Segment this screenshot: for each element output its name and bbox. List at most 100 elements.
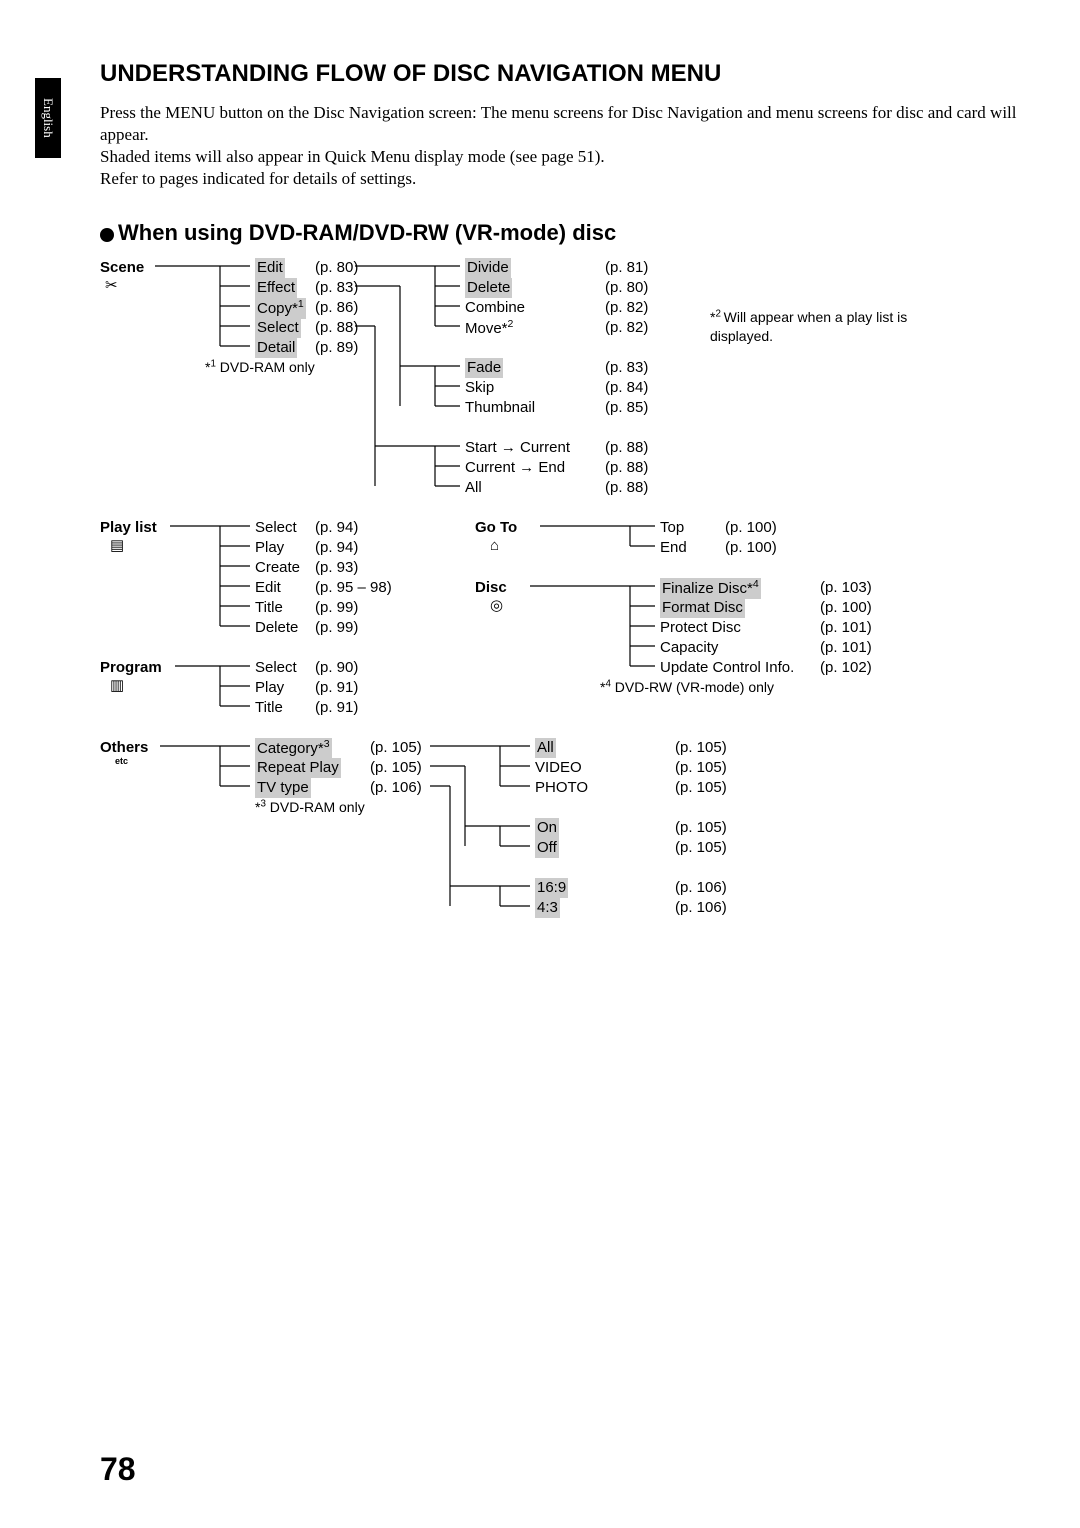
pl-play: Play bbox=[255, 538, 284, 558]
edit-divide-page: (p. 81) bbox=[605, 258, 648, 278]
scene-detail-page: (p. 89) bbox=[315, 338, 358, 358]
select-start-label: Start → Current bbox=[465, 438, 570, 458]
prog-play-pg: (p. 91) bbox=[315, 678, 358, 698]
disc-protect-pg: (p. 101) bbox=[820, 618, 872, 638]
cat-video-pg: (p. 105) bbox=[675, 758, 727, 778]
bullet-icon bbox=[100, 228, 114, 242]
prog-select: Select bbox=[255, 658, 297, 678]
select-all-label: All bbox=[465, 478, 482, 498]
disc-footnote: *4 DVD-RW (VR-mode) only bbox=[600, 678, 774, 696]
edit-divide-label: Divide bbox=[465, 258, 511, 278]
pl-edit: Edit bbox=[255, 578, 281, 598]
disc-finalize-pg: (p. 103) bbox=[820, 578, 872, 598]
section-heading: When using DVD-RAM/DVD-RW (VR-mode) disc bbox=[100, 220, 1020, 246]
edit-combine-label: Combine bbox=[465, 298, 525, 318]
section-heading-text: When using DVD-RAM/DVD-RW (VR-mode) disc bbox=[118, 220, 616, 245]
effect-fade: Fade bbox=[465, 358, 503, 378]
pl-title: Title bbox=[255, 598, 283, 618]
effect-thumb-label: Thumbnail bbox=[465, 398, 535, 418]
scene-edit-label: Edit bbox=[255, 258, 285, 278]
disc-update-label: Update Control Info. bbox=[660, 658, 794, 678]
pl-create: Create bbox=[255, 558, 300, 578]
effect-fade-page: (p. 83) bbox=[605, 358, 648, 378]
rep-off-pg: (p. 105) bbox=[675, 838, 727, 858]
program-icon: ▥ bbox=[110, 676, 124, 696]
others-category-pg: (p. 105) bbox=[370, 738, 422, 758]
playlist-icon: ▤ bbox=[110, 536, 124, 556]
others-category-label: Category*3 bbox=[255, 738, 332, 759]
goto-end-pg: (p. 100) bbox=[725, 538, 777, 558]
goto-root: Go To bbox=[475, 518, 517, 538]
tv-169: 16:9 bbox=[535, 878, 568, 898]
scene-copy-page: (p. 86) bbox=[315, 298, 358, 318]
intro-text: Press the MENU button on the Disc Naviga… bbox=[100, 102, 1020, 190]
others-tvtype-label: TV type bbox=[255, 778, 311, 798]
scene-root: Scene bbox=[100, 258, 144, 278]
cat-photo-pg: (p. 105) bbox=[675, 778, 727, 798]
prog-title: Title bbox=[255, 698, 283, 718]
disc-format: Format Disc bbox=[660, 598, 745, 618]
select-start-page: (p. 88) bbox=[605, 438, 648, 458]
page-number: 78 bbox=[100, 1451, 136, 1488]
prog-title-pg: (p. 91) bbox=[315, 698, 358, 718]
others-tvtype: TV type bbox=[255, 778, 311, 798]
edit-delete: Delete bbox=[465, 278, 512, 298]
effect-fade-label: Fade bbox=[465, 358, 503, 378]
pl-create-pg: (p. 93) bbox=[315, 558, 358, 578]
others-tvtype-pg: (p. 106) bbox=[370, 778, 422, 798]
page-title: UNDERSTANDING FLOW OF DISC NAVIGATION ME… bbox=[100, 60, 1020, 88]
disc-capacity-label: Capacity bbox=[660, 638, 718, 658]
effect-skip-page: (p. 84) bbox=[605, 378, 648, 398]
rep-off-label: Off bbox=[535, 838, 559, 858]
rep-on-label: On bbox=[535, 818, 559, 838]
disc-protect-label: Protect Disc bbox=[660, 618, 741, 638]
pl-select: Select bbox=[255, 518, 297, 538]
rep-on-pg: (p. 105) bbox=[675, 818, 727, 838]
goto-top-pg: (p. 100) bbox=[725, 518, 777, 538]
tv-43-pg: (p. 106) bbox=[675, 898, 727, 918]
scene-copy-label: Copy*1 bbox=[255, 298, 306, 319]
others-repeat-pg: (p. 105) bbox=[370, 758, 422, 778]
cat-video-label: VIDEO bbox=[535, 758, 582, 778]
select-current-page: (p. 88) bbox=[605, 458, 648, 478]
scene-effect-page: (p. 83) bbox=[315, 278, 358, 298]
cat-photo-label: PHOTO bbox=[535, 778, 588, 798]
scene-icon: ✂ bbox=[105, 276, 118, 296]
edit-move-label: Move*2 bbox=[465, 318, 513, 339]
scene-select: Select bbox=[255, 318, 301, 338]
rep-on: On bbox=[535, 818, 559, 838]
disc-update-pg: (p. 102) bbox=[820, 658, 872, 678]
disc-capacity-pg: (p. 101) bbox=[820, 638, 872, 658]
scene-copy: Copy*1 bbox=[255, 298, 306, 319]
pl-edit-pg: (p. 95 – 98) bbox=[315, 578, 392, 598]
goto-icon: ⌂ bbox=[490, 536, 499, 556]
cat-all: All bbox=[535, 738, 556, 758]
scene-select-page: (p. 88) bbox=[315, 318, 358, 338]
others-repeat-label: Repeat Play bbox=[255, 758, 341, 778]
edit-move-page: (p. 82) bbox=[605, 318, 648, 338]
scene-edit: Edit bbox=[255, 258, 285, 278]
effect-skip-label: Skip bbox=[465, 378, 494, 398]
edit-combine-page: (p. 82) bbox=[605, 298, 648, 318]
pl-delete-pg: (p. 99) bbox=[315, 618, 358, 638]
pl-select-pg: (p. 94) bbox=[315, 518, 358, 538]
intro-line-2: Shaded items will also appear in Quick M… bbox=[100, 146, 1020, 168]
edit-delete-label: Delete bbox=[465, 278, 512, 298]
select-current-label: Current → End bbox=[465, 458, 565, 478]
playlist-root: Play list bbox=[100, 518, 157, 538]
tv-43-label: 4:3 bbox=[535, 898, 560, 918]
others-footnote: *3 DVD-RAM only bbox=[255, 798, 365, 816]
prog-select-pg: (p. 90) bbox=[315, 658, 358, 678]
scene-edit-page: (p. 80) bbox=[315, 258, 358, 278]
disc-finalize-label: Finalize Disc*4 bbox=[660, 578, 761, 599]
goto-end: End bbox=[660, 538, 687, 558]
disc-icon: ◎ bbox=[490, 596, 503, 616]
others-etc: etc bbox=[115, 756, 128, 768]
note-2-text: Will appear when a play list is displaye… bbox=[710, 309, 907, 343]
pl-title-pg: (p. 99) bbox=[315, 598, 358, 618]
side-tab-language: English bbox=[35, 78, 61, 158]
pl-play-pg: (p. 94) bbox=[315, 538, 358, 558]
select-all-page: (p. 88) bbox=[605, 478, 648, 498]
tv-43: 4:3 bbox=[535, 898, 560, 918]
rep-off: Off bbox=[535, 838, 559, 858]
